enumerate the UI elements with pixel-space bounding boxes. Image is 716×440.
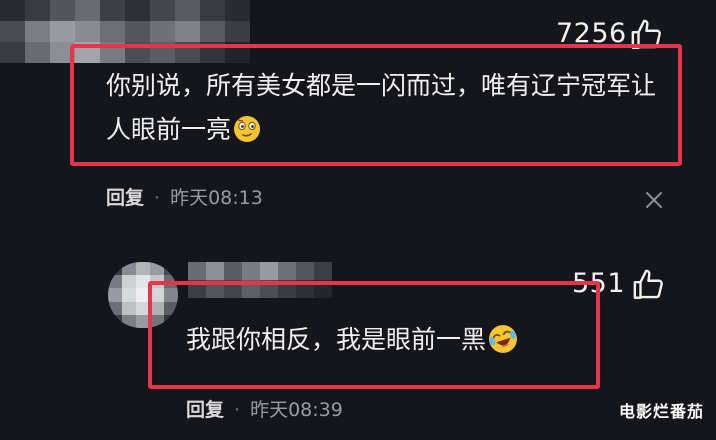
separator-dot: · (154, 187, 161, 209)
comment-text: 我跟你相反，我是眼前一黑 (186, 318, 586, 362)
laughing-crying-face-emoji (489, 325, 517, 353)
comment-body: 我跟你相反，我是眼前一黑 (186, 325, 487, 354)
close-icon[interactable] (644, 190, 664, 210)
watermark: 电影烂番茄 (618, 402, 704, 421)
timestamp: 昨天08:39 (250, 399, 343, 421)
timestamp: 昨天08:13 (170, 187, 263, 209)
comment-body: 你别说，所有美女都是一闪而过，唯有辽宁冠军让人眼前一亮 (106, 71, 657, 144)
separator-dot: · (234, 399, 241, 421)
comment-text: 你别说，所有美女都是一闪而过，唯有辽宁冠军让人眼前一亮 (106, 64, 666, 152)
thinking-face-emoji (234, 116, 261, 142)
comment-meta: 回复 · 昨天08:39 (186, 395, 343, 422)
reply-button[interactable]: 回复 (106, 187, 144, 209)
thumbs-up-icon[interactable] (632, 268, 666, 302)
comment-meta: 回复 · 昨天08:13 (106, 183, 263, 210)
reply-button[interactable]: 回复 (186, 399, 224, 421)
